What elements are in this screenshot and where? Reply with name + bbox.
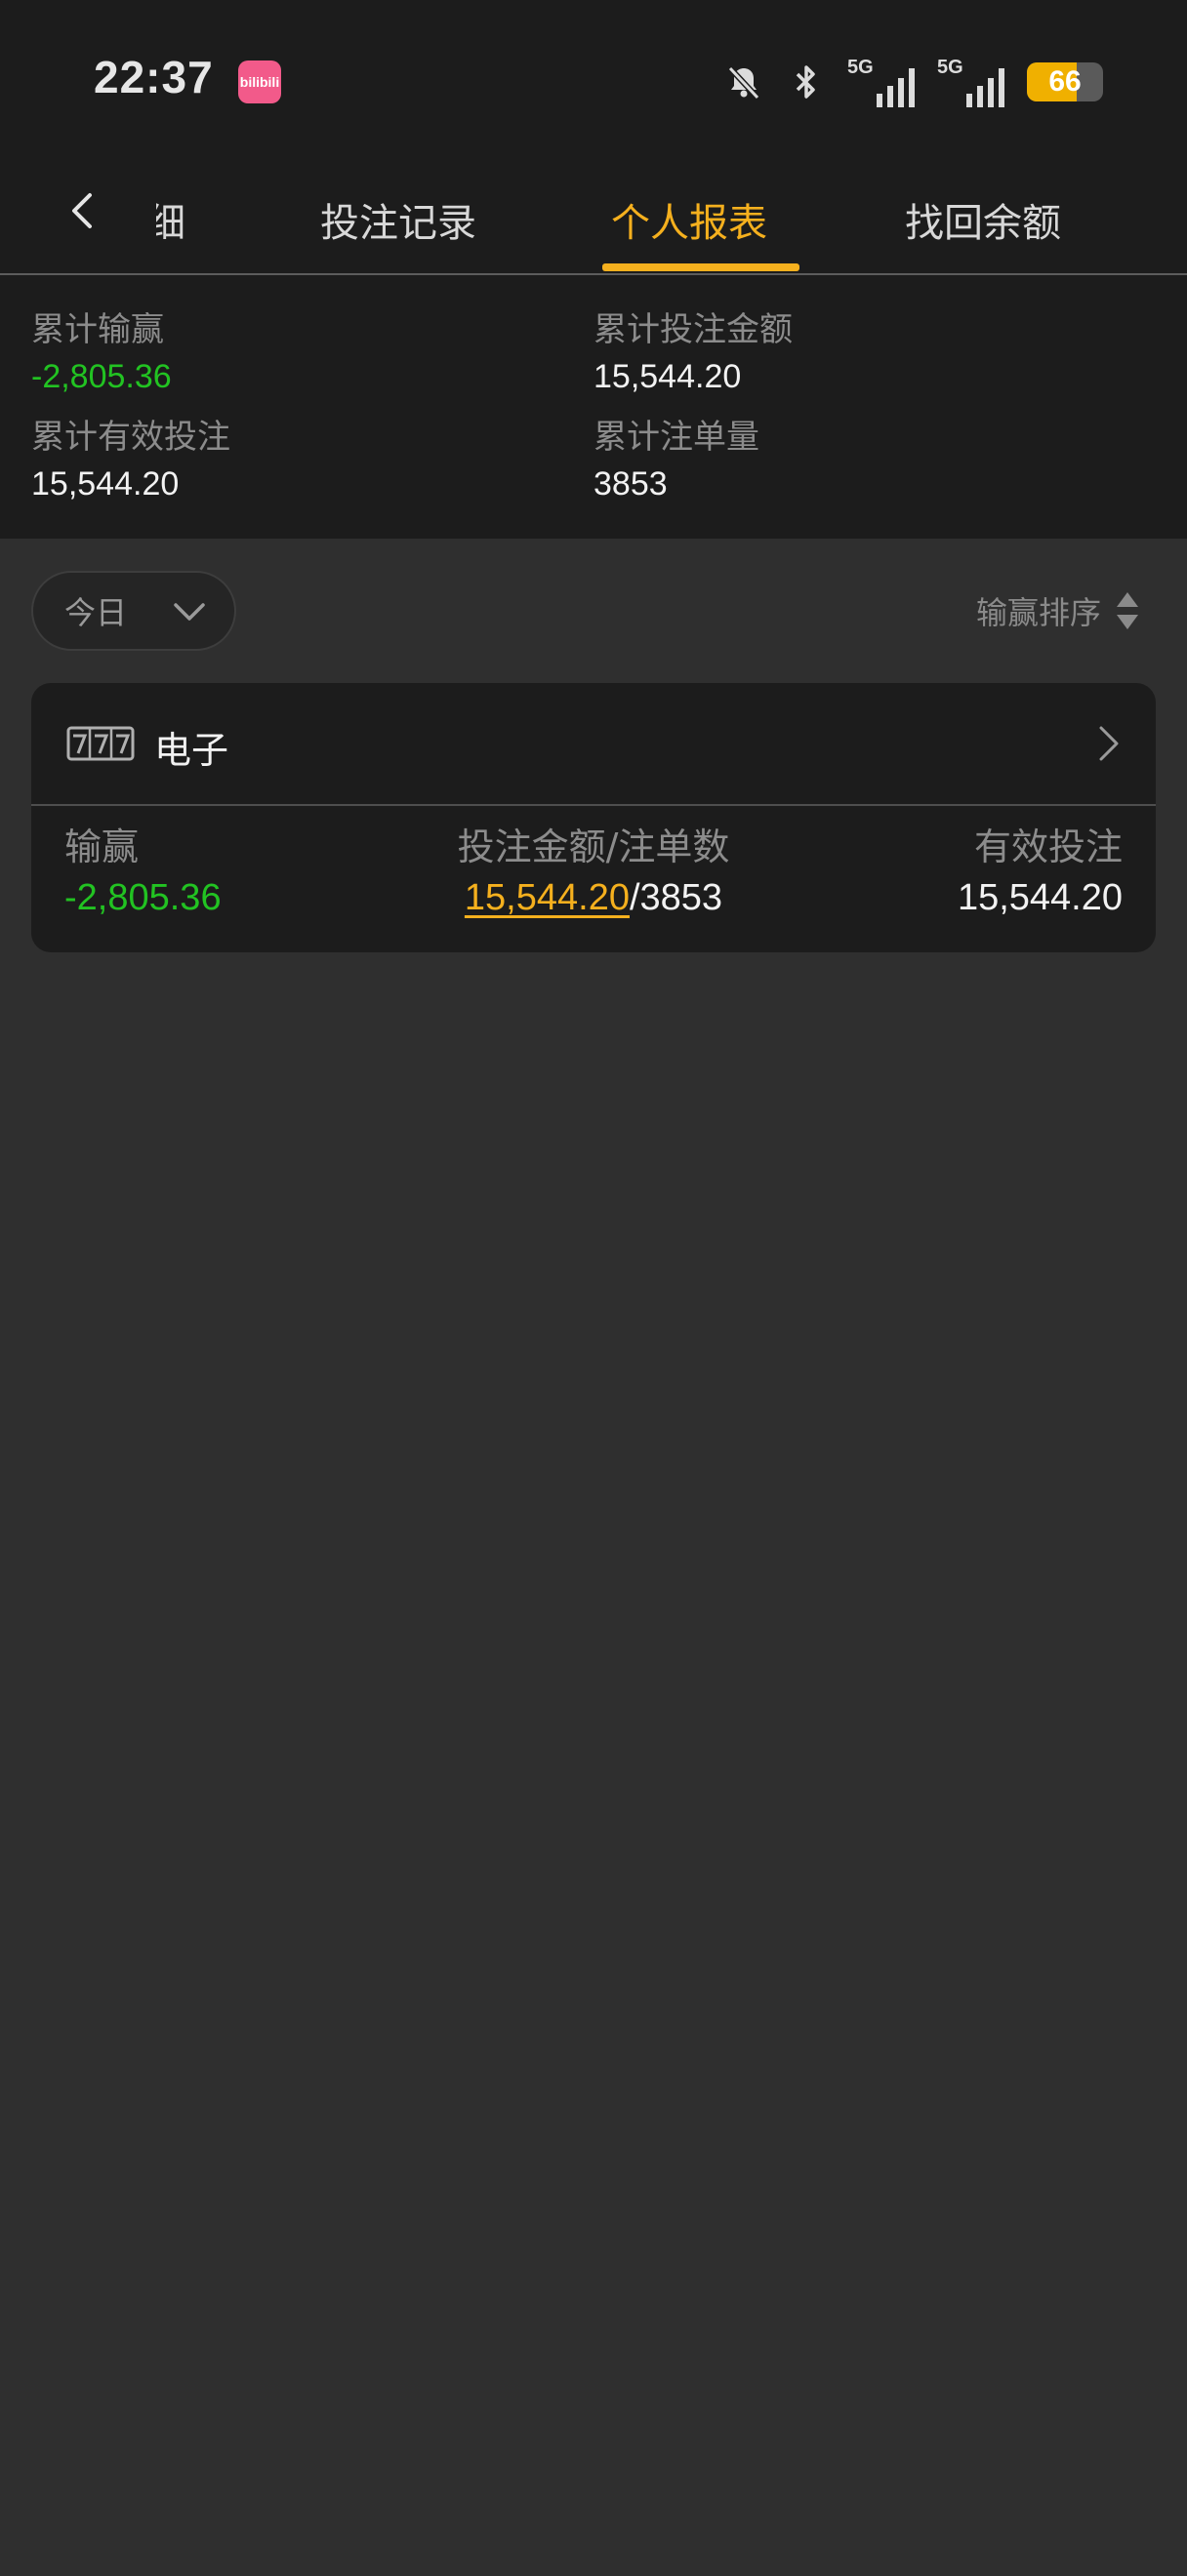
category-title: 电子 [154,729,229,772]
cellular-signal-icon-2: 5G [937,57,1007,107]
tab-partial-details[interactable]: 明细 [156,191,185,248]
sort-by-win-loss-button[interactable]: 输赢排序 [976,585,1140,636]
bet-amount-link[interactable]: 15,544.20 [465,877,630,918]
back-button[interactable] [55,180,109,242]
battery-icon: 66 [1027,62,1103,101]
active-tab-indicator [602,263,799,271]
chevron-down-icon [174,603,205,621]
bet-separator: / [629,877,640,918]
chevron-right-icon [1099,726,1119,761]
summary-panel: 累计输赢 -2,805.36 累计投注金额 15,544.20 累计有效投注 1… [0,275,1187,539]
date-filter-dropdown[interactable]: 今日 [31,571,236,651]
status-time: 22:37 [94,52,214,102]
sort-arrows-icon [1117,592,1138,629]
summary-value: 15,544.20 [594,358,742,395]
status-bar: 22:37 bilibili 5G 5G 66 [0,0,1187,156]
bilibili-app-icon: bilibili [238,60,281,103]
category-card-header[interactable]: 电子 [31,683,1156,806]
summary-label: 累计有效投注 [31,418,230,457]
summary-total-win-loss: 累计输赢 -2,805.36 [31,306,172,400]
valid-bet-value: 15,544.20 [957,877,1123,918]
summary-label: 累计输赢 [31,310,164,349]
summary-total-bet-count: 累计注单量 3853 [594,414,759,507]
signal-1-label: 5G [847,57,874,78]
bet-count: 3853 [639,877,723,918]
tab-recover-balance[interactable]: 找回余额 [905,191,1061,248]
summary-label: 累计注单量 [594,418,759,457]
bell-muted-icon [727,65,760,101]
category-valid-bet: 有效投注 15,544.20 [958,822,1123,923]
bluetooth-icon [796,65,815,99]
summary-total-bet-amount: 累计投注金额 15,544.20 [594,306,793,400]
valid-bet-label: 有效投注 [973,825,1123,868]
tab-personal-report[interactable]: 个人报表 [611,191,767,248]
summary-total-valid-bet: 累计有效投注 15,544.20 [31,414,230,507]
tab-header: 明细 投注记录 个人报表 找回余额 [0,156,1187,275]
battery-percent: 66 [1048,65,1082,98]
signal-2-label: 5G [937,57,963,78]
summary-value: 15,544.20 [31,465,180,503]
cellular-signal-icon-1: 5G [847,57,918,107]
summary-label: 累计投注金额 [594,310,793,349]
slot-machine-777-icon [66,726,135,761]
sort-label: 输赢排序 [975,594,1101,631]
status-icons: 5G 5G 66 [722,55,1103,109]
chevron-left-icon [72,193,92,228]
tab-bet-records[interactable]: 投注记录 [320,191,476,248]
summary-value: 3853 [594,465,668,503]
summary-value: -2,805.36 [31,358,172,395]
date-filter-value: 今日 [64,594,128,631]
category-card-electronic[interactable]: 电子 输赢 -2,805.36 投注金额/注单数 15,544.20/3853 … [31,683,1156,952]
